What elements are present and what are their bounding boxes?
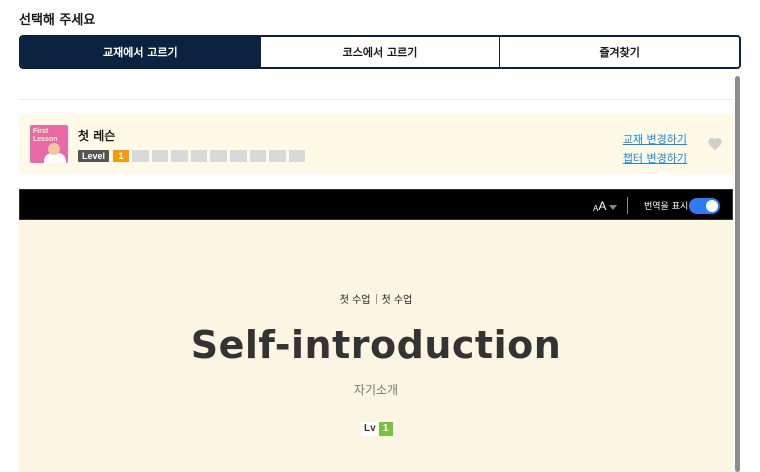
- lv-badge: Lv 1: [361, 422, 393, 436]
- heart-icon[interactable]: [707, 136, 723, 152]
- font-size-big-glyph: A: [598, 199, 607, 213]
- level-indicator: Level 1: [78, 150, 306, 162]
- lesson-subtitle: 자기소개: [353, 383, 399, 397]
- level-step-box: [288, 150, 306, 162]
- level-step-box: [151, 150, 169, 162]
- lesson-heading: Self-introduction: [190, 323, 562, 367]
- source-tabs: 교재에서 고르기 코스에서 고르기 즐겨찾기: [19, 35, 741, 69]
- breadcrumb-separator: [375, 294, 377, 304]
- chevron-down-icon: [609, 205, 618, 210]
- divider: [19, 99, 733, 100]
- breadcrumb: 첫 수업 첫 수업: [19, 291, 733, 306]
- change-textbook-link[interactable]: 교재 변경하기: [623, 131, 687, 147]
- lv-label: Lv: [361, 422, 379, 436]
- level-step-box: [132, 150, 149, 162]
- tab-textbook[interactable]: 교재에서 고르기: [21, 37, 261, 67]
- viewer-toolbar: A A 번역을 표시: [19, 189, 733, 220]
- lv-value: 1: [378, 422, 393, 436]
- level-step-box: [210, 150, 227, 162]
- scrollbar[interactable]: [735, 76, 740, 472]
- level-step-box: [249, 150, 267, 162]
- level-label: Level: [78, 150, 110, 162]
- lesson-thumbnail: First Lesson: [30, 125, 68, 163]
- level-step-box: [190, 150, 208, 162]
- level-step-box: [229, 150, 247, 162]
- viewer-content: 첫 수업 첫 수업 Self-introduction 자기소개 Lv 1: [19, 220, 733, 472]
- breadcrumb-item: 첫 수업: [339, 295, 371, 306]
- translate-toggle[interactable]: [689, 198, 720, 214]
- lesson-card: First Lesson 첫 레슨 Level 1 교재 변경하기 챕터 변경하…: [19, 114, 733, 174]
- thumbnail-text: First Lesson: [33, 128, 58, 143]
- breadcrumb-item: 첫 수업: [381, 295, 413, 306]
- font-size-icon[interactable]: A A: [593, 199, 618, 213]
- translate-label: 번역을 표시: [644, 202, 689, 212]
- lesson-viewer: A A 번역을 표시 첫 수업 첫 수업 Self-introduction 자기…: [19, 189, 733, 472]
- level-step-box: [269, 150, 286, 162]
- tab-favorites[interactable]: 즐겨찾기: [500, 37, 739, 67]
- page-prompt: 선택해 주세요: [19, 13, 96, 28]
- thumbnail-figure-face: [48, 143, 60, 155]
- level-value: 1: [113, 150, 130, 162]
- tab-course[interactable]: 코스에서 고르기: [260, 37, 501, 67]
- level-step-box: [171, 150, 188, 162]
- lesson-title: 첫 레슨: [78, 129, 116, 143]
- toggle-knob: [706, 200, 718, 212]
- change-chapter-link[interactable]: 챕터 변경하기: [623, 150, 687, 166]
- toolbar-divider: [627, 197, 628, 214]
